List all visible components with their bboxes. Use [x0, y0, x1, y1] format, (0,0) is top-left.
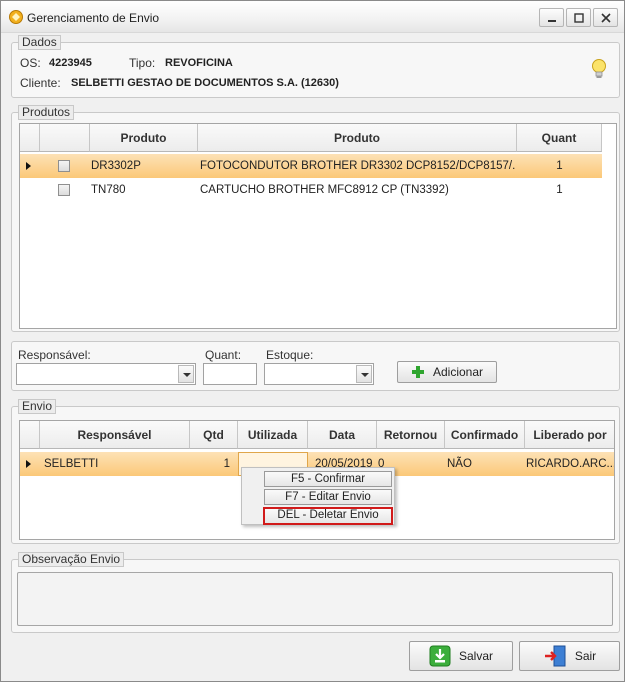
- estoque-select[interactable]: [264, 363, 374, 385]
- envio-header-retornou[interactable]: Retornou: [377, 421, 445, 449]
- quant-input[interactable]: [203, 363, 257, 385]
- produtos-grid[interactable]: Produto Produto Quant DR3302P FOTOCONDUT…: [19, 123, 617, 329]
- envio-header-indicator: [20, 421, 40, 449]
- deletar-envio-menu-item[interactable]: DEL - Deletar Envio: [263, 507, 393, 525]
- produtos-group-label: Produtos: [18, 105, 75, 120]
- responsavel-select[interactable]: [16, 363, 196, 385]
- confirmar-menu-item[interactable]: F5 - Confirmar: [264, 471, 392, 487]
- window-title: Gerenciamento de Envio: [27, 11, 160, 25]
- envio-header-qtd[interactable]: Qtd: [190, 421, 238, 449]
- envio-header-responsavel[interactable]: Responsável: [40, 421, 190, 449]
- title-bar: Gerenciamento de Envio: [1, 1, 624, 33]
- envio-header-confirmado[interactable]: Confirmado: [445, 421, 525, 449]
- adicionar-label: Adicionar: [432, 365, 484, 379]
- row-selector-icon: [26, 162, 31, 170]
- os-value: 4223945: [49, 57, 92, 69]
- product-qty: 1: [556, 160, 563, 172]
- maximize-icon: [573, 12, 584, 23]
- estoque-label: Estoque:: [266, 348, 314, 362]
- table-row[interactable]: DR3302P FOTOCONDUTOR BROTHER DR3302 DCP8…: [20, 154, 602, 178]
- dados-group-label: Dados: [18, 35, 61, 50]
- tipo-label: Tipo:: [129, 56, 156, 70]
- minimize-button[interactable]: [539, 8, 564, 27]
- plus-icon: [411, 366, 424, 378]
- produtos-header-check: [40, 124, 90, 152]
- produtos-header-code[interactable]: Produto: [90, 124, 198, 152]
- product-qty: 1: [556, 184, 563, 196]
- adicionar-button[interactable]: Adicionar: [397, 361, 497, 383]
- product-code: TN780: [91, 184, 126, 196]
- tipo-value: REVOFICINA: [165, 57, 233, 69]
- sair-button[interactable]: Sair: [519, 641, 620, 671]
- editar-envio-menu-item[interactable]: F7 - Editar Envio: [264, 489, 392, 505]
- minimize-icon: [547, 19, 556, 22]
- add-form-group: Responsável: Quant: Estoque: Adicionar: [11, 341, 620, 391]
- envio-header-liberado[interactable]: Liberado por: [525, 421, 614, 449]
- produtos-group: Produtos Produto Produto Quant DR3302P F…: [11, 105, 620, 332]
- quant-label: Quant:: [205, 348, 242, 362]
- close-button[interactable]: [593, 8, 618, 27]
- produtos-header-qty[interactable]: Quant: [517, 124, 602, 152]
- envio-group-label: Envio: [18, 399, 57, 414]
- envio-liberado: RICARDO.ARC...: [526, 458, 614, 470]
- responsavel-label: Responsável:: [18, 348, 91, 362]
- app-icon: [9, 10, 23, 24]
- row-selector-icon: [26, 460, 31, 468]
- produtos-header-desc[interactable]: Produto: [198, 124, 517, 152]
- observacao-group-label: Observação Envio: [18, 552, 125, 567]
- dados-group: Dados OS: 4223945 Tipo: REVOFICINA Clien…: [11, 35, 620, 98]
- produtos-header-indicator: [20, 124, 40, 152]
- observacao-textarea[interactable]: [17, 572, 613, 626]
- cliente-label: Cliente:: [20, 76, 61, 90]
- context-menu: F5 - Confirmar F7 - Editar Envio DEL - D…: [241, 467, 395, 525]
- envio-confirmado: NÃO: [447, 458, 472, 470]
- row-checkbox[interactable]: [58, 160, 70, 172]
- table-row[interactable]: TN780 CARTUCHO BROTHER MFC8912 CP (TN339…: [20, 178, 602, 202]
- product-desc: CARTUCHO BROTHER MFC8912 CP (TN3392): [200, 184, 449, 196]
- product-desc: FOTOCONDUTOR BROTHER DR3302 DCP8152/DCP8…: [200, 160, 516, 172]
- maximize-button[interactable]: [566, 8, 591, 27]
- close-icon: [600, 12, 611, 23]
- product-code: DR3302P: [91, 160, 141, 172]
- save-icon: [429, 645, 451, 667]
- envio-header-data[interactable]: Data: [308, 421, 377, 449]
- chevron-down-icon[interactable]: [178, 365, 194, 383]
- chevron-down-icon[interactable]: [356, 365, 372, 383]
- cliente-value: SELBETTI GESTAO DE DOCUMENTOS S.A. (1263…: [71, 77, 339, 89]
- salvar-button[interactable]: Salvar: [409, 641, 513, 671]
- sair-label: Sair: [574, 649, 597, 663]
- envio-responsavel: SELBETTI: [44, 458, 99, 470]
- row-checkbox[interactable]: [58, 184, 70, 196]
- envio-qtd: 1: [223, 458, 230, 470]
- os-label: OS:: [20, 56, 41, 70]
- lightbulb-icon[interactable]: [590, 58, 608, 82]
- main-window: Gerenciamento de Envio Dados OS: 4223945…: [0, 0, 625, 682]
- envio-header-utilizada[interactable]: Utilizada: [238, 421, 308, 449]
- salvar-label: Salvar: [458, 649, 493, 663]
- exit-door-icon: [544, 645, 566, 667]
